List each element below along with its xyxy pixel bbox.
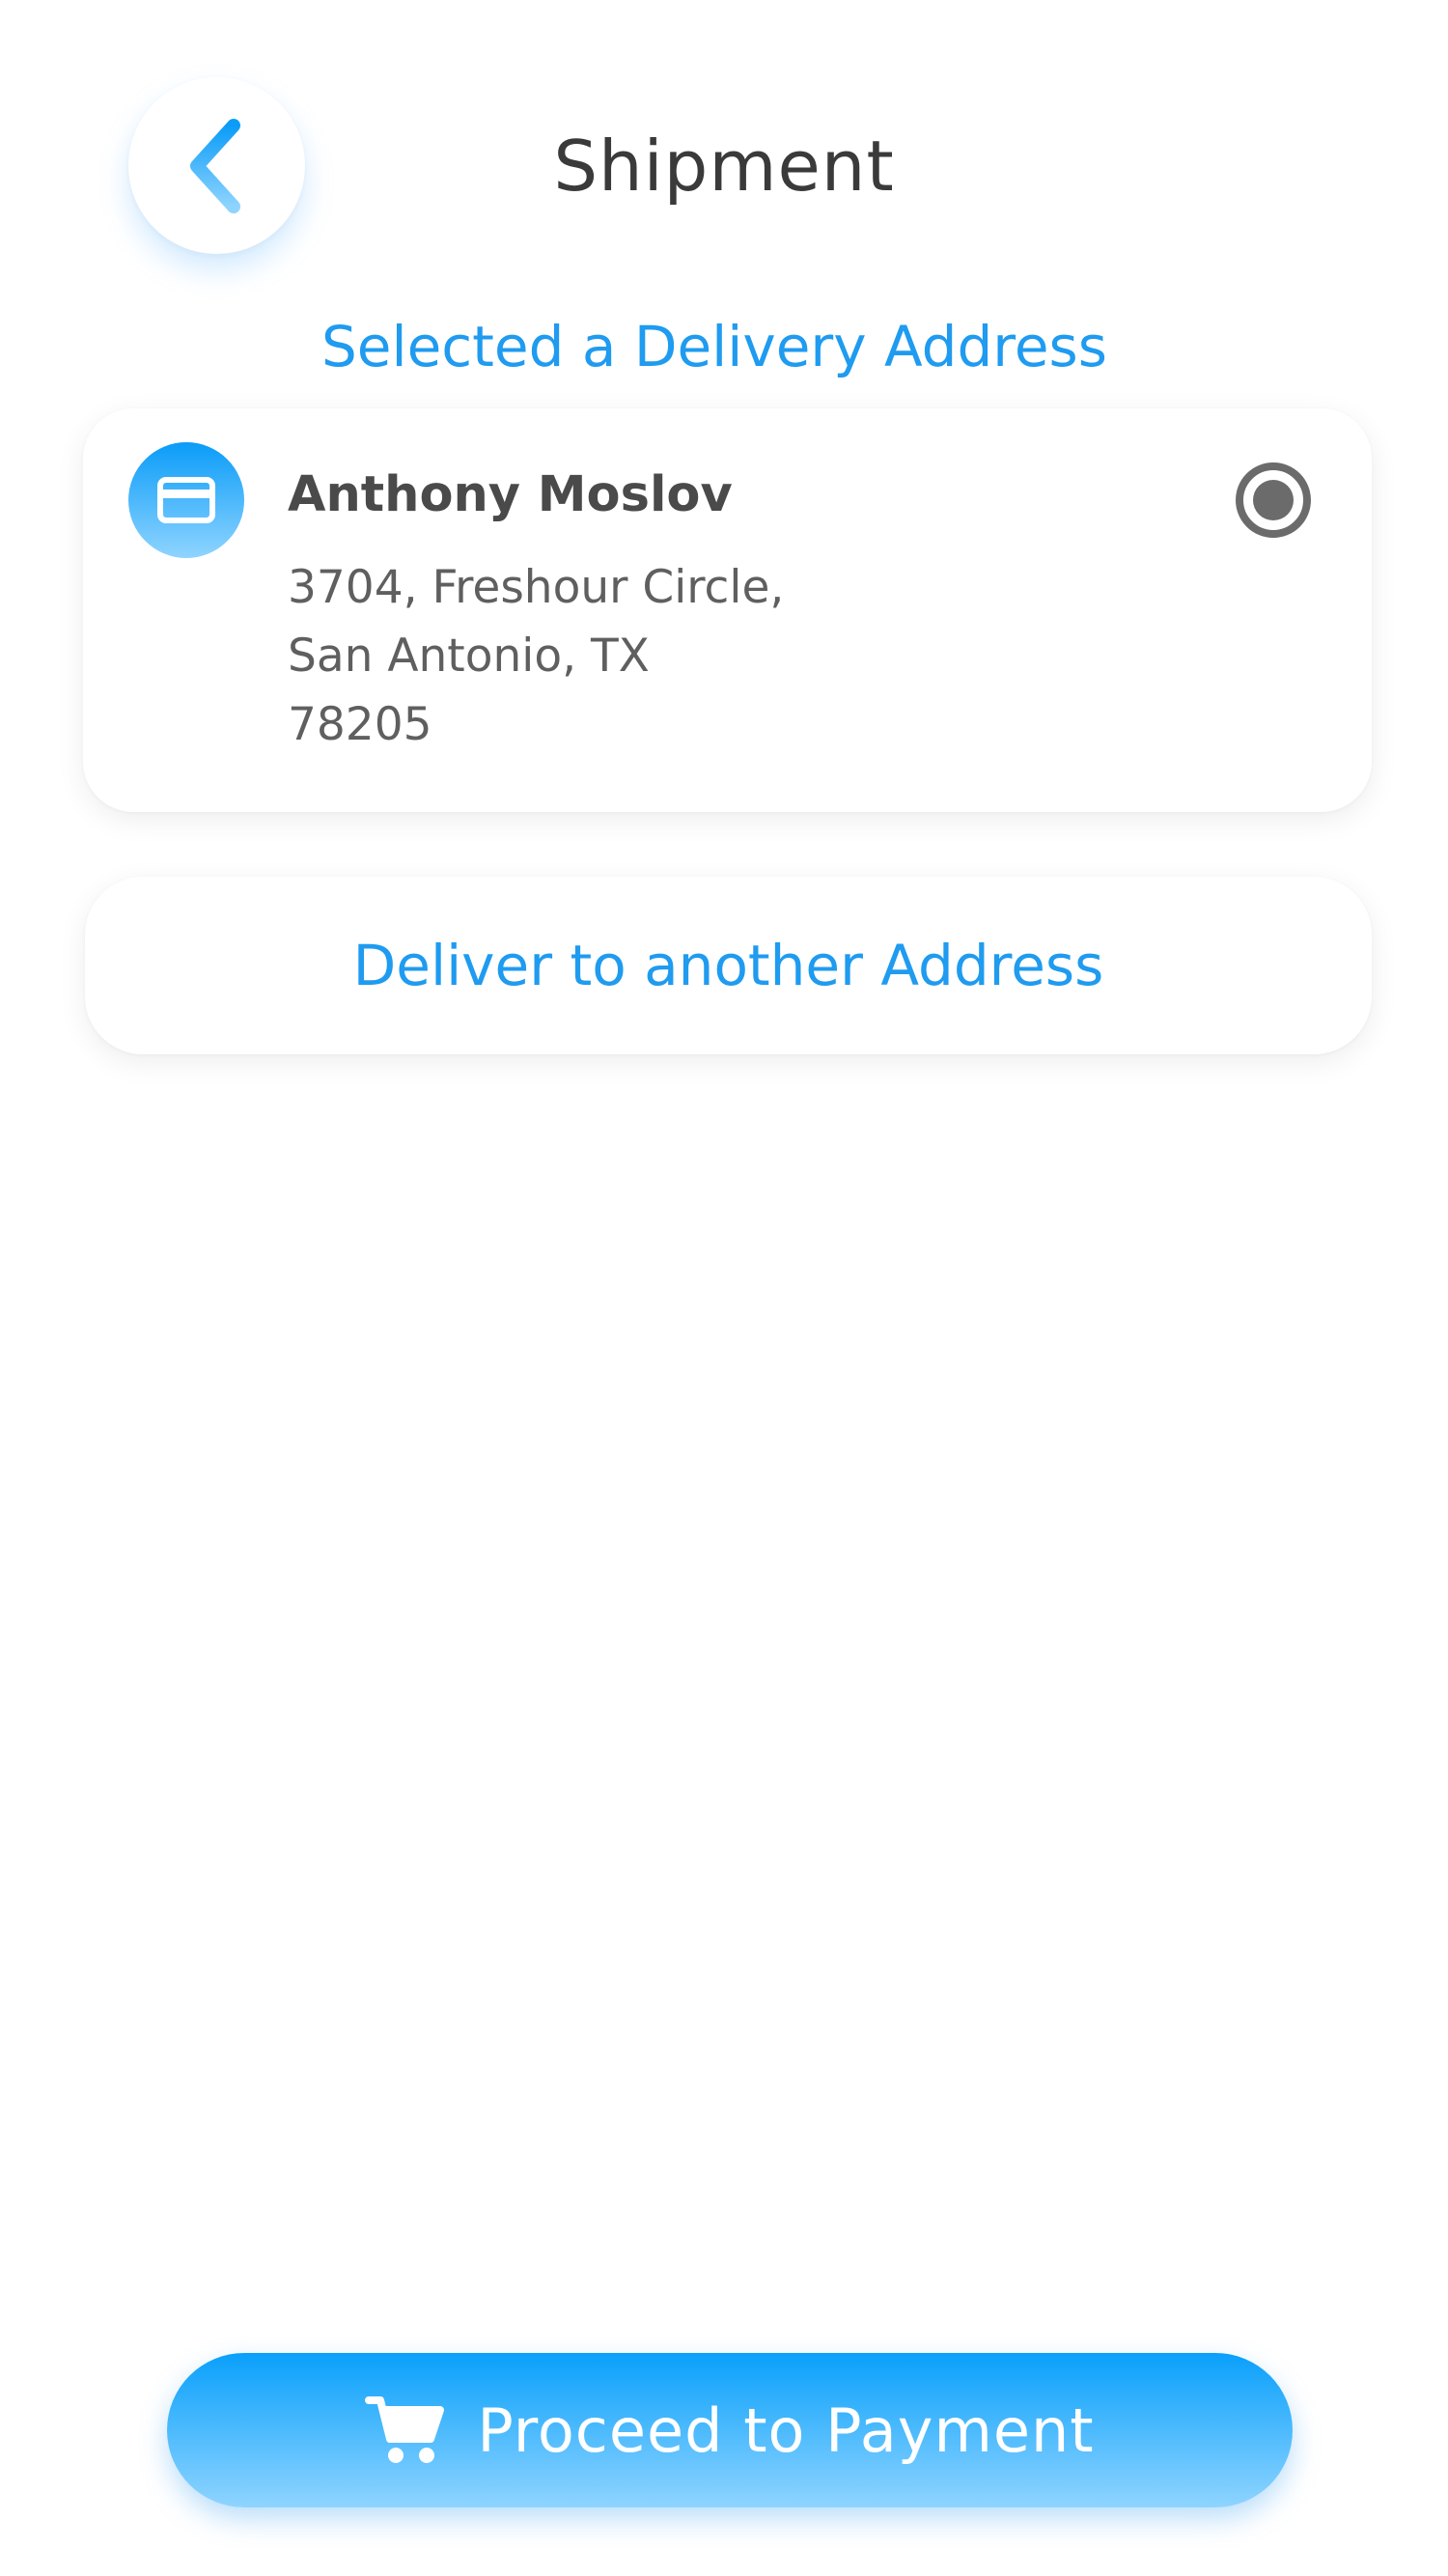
- address-line-street: 3704, Freshour Circle,: [288, 561, 785, 614]
- proceed-label: Proceed to Payment: [477, 2394, 1095, 2466]
- address-line-city: San Antonio, TX: [288, 630, 650, 683]
- cart-icon: [365, 2394, 445, 2466]
- address-card[interactable]: Anthony Moslov 3704, Freshour Circle, Sa…: [83, 408, 1372, 812]
- address-radio-button[interactable]: [1234, 461, 1313, 540]
- card-icon: [128, 442, 244, 558]
- page-title: Shipment: [553, 126, 895, 207]
- address-lines: 3704, Freshour Circle, San Antonio, TX 7…: [288, 553, 784, 759]
- address-line-zip: 78205: [288, 698, 432, 751]
- deliver-to-another-address-button[interactable]: Deliver to another Address: [85, 877, 1372, 1054]
- recipient-name: Anthony Moslov: [288, 466, 733, 523]
- proceed-to-payment-button[interactable]: Proceed to Payment: [167, 2353, 1293, 2507]
- section-heading: Selected a Delivery Address: [320, 314, 1107, 379]
